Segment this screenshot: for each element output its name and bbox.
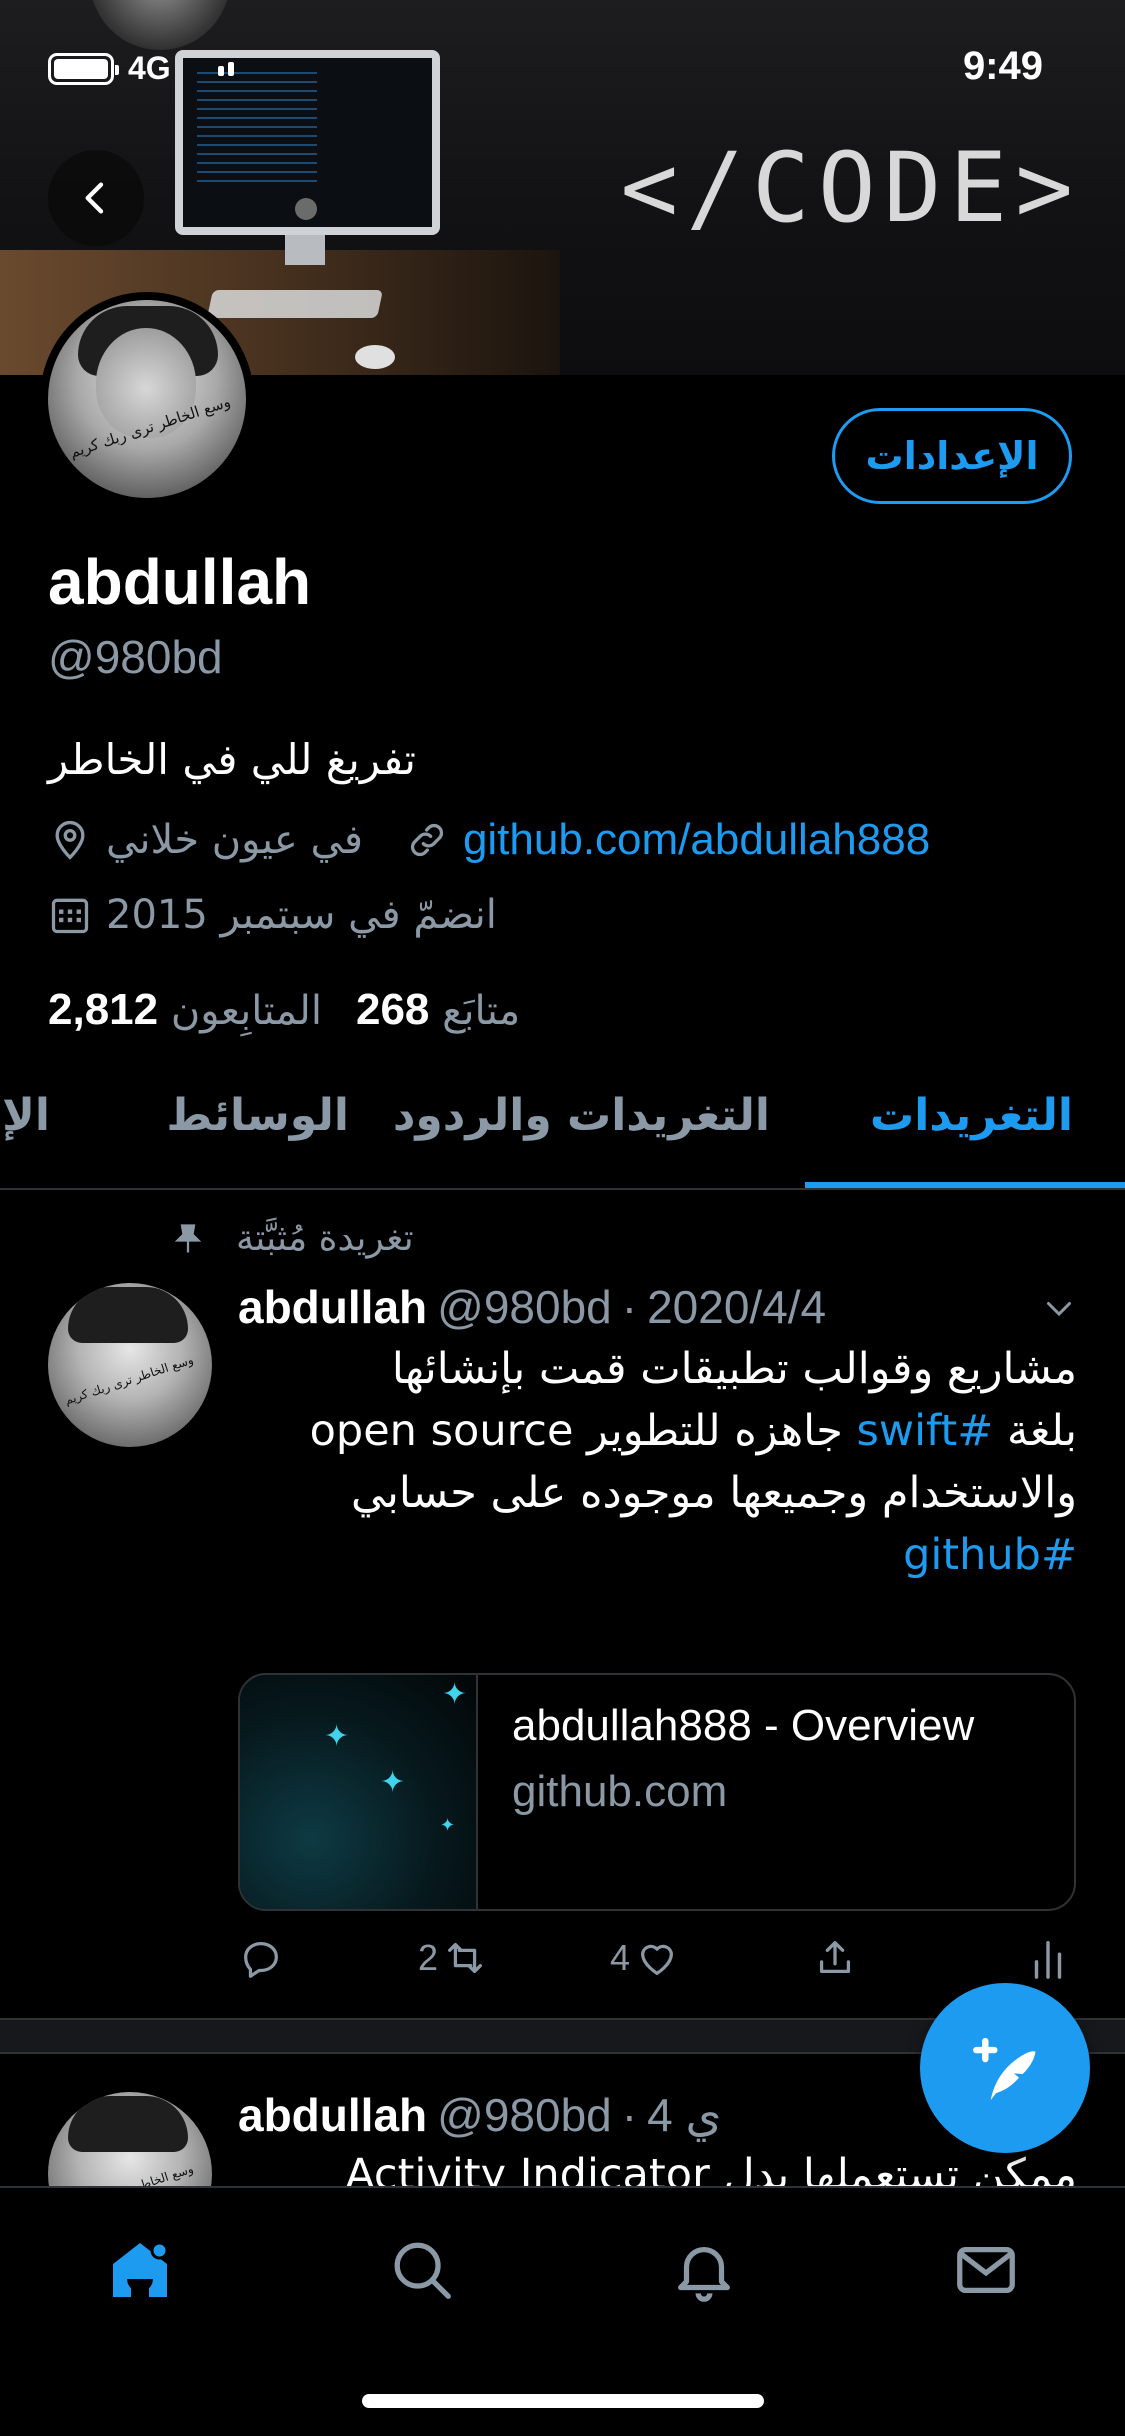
- link-preview-card[interactable]: ✦ ✦ ✦ ✦ abdullah888 - Overview github.co…: [238, 1673, 1076, 1911]
- back-button[interactable]: [48, 150, 144, 246]
- mail-icon: [957, 2246, 1015, 2294]
- followers-stat[interactable]: المتابِعون 2,812: [48, 985, 322, 1035]
- pinned-label: تغريدة مُثبَّتة: [236, 1218, 414, 1259]
- banner-code-text: </CODE>: [620, 132, 1081, 244]
- nav-notifications[interactable]: [664, 2230, 744, 2310]
- tweet-menu-button[interactable]: [1041, 1290, 1077, 1330]
- profile-name: abdullah: [48, 546, 312, 618]
- chevron-down-icon: [1047, 1302, 1071, 1317]
- profile-joined-row: انضمّ في سبتمبر 2015: [48, 892, 497, 938]
- hashtag-github[interactable]: #github: [237, 1524, 1077, 1586]
- like-button[interactable]: 4: [610, 1935, 680, 1981]
- nav-messages[interactable]: [946, 2230, 1026, 2310]
- tweet-text-line: بلغة #swift جاهزه للتطوير open source: [309, 1406, 1077, 1456]
- bell-icon: [678, 2246, 730, 2302]
- butterfly-icon: ✦: [324, 1719, 350, 1754]
- share-button[interactable]: [812, 1935, 858, 1981]
- tweet-actions: 2 4: [238, 1935, 1078, 1995]
- banner-mouse: [355, 345, 395, 369]
- network-type: 4G: [128, 50, 171, 86]
- hashtag-swift[interactable]: #swift: [857, 1406, 994, 1456]
- compose-feather-icon: [973, 2037, 1036, 2101]
- tweet-dot: ·: [621, 2089, 638, 2141]
- home-indicator[interactable]: [362, 2394, 764, 2408]
- calendar-icon: [51, 898, 89, 934]
- following-stat[interactable]: متابَع 268: [356, 985, 520, 1035]
- location-pin-icon: [55, 820, 85, 860]
- profile-location: في عيون خلاني: [106, 817, 363, 863]
- followers-count: 2,812: [48, 985, 159, 1034]
- avatar-caption: وسع الخاطر ترى ربك كريم: [62, 1352, 196, 1408]
- battery-icon: [48, 53, 119, 85]
- nav-search[interactable]: [382, 2230, 462, 2310]
- profile-bio: تفريغ للي في الخاطر: [48, 735, 416, 784]
- nav-home[interactable]: [100, 2230, 180, 2310]
- tab-tweets[interactable]: التغريدات: [870, 1090, 1073, 1141]
- tweet-avatar[interactable]: وسع الخاطر ترى ربك كريم: [48, 1283, 212, 1447]
- heart-icon: [641, 1944, 674, 1975]
- tweet-date: 4 ي: [647, 2089, 722, 2141]
- tweet-header: abdullah @980bd · 4 ي: [238, 2088, 721, 2142]
- tweet-author-name[interactable]: abdullah: [238, 2088, 427, 2142]
- search-icon: [394, 2242, 451, 2299]
- butterfly-icon: ✦: [440, 1815, 456, 1836]
- compose-tweet-button[interactable]: [920, 1983, 1090, 2153]
- reply-icon: [244, 1941, 278, 1978]
- tweet-dot: ·: [621, 1281, 638, 1333]
- like-count: 4: [610, 1937, 631, 1978]
- link-preview-title: abdullah888 - Overview: [512, 1701, 975, 1750]
- profile-avatar[interactable]: وسع الخاطر ترى ربك كريم: [40, 292, 254, 506]
- reply-button[interactable]: [238, 1935, 284, 1981]
- banner-keyboard: [207, 290, 383, 318]
- chevron-left-icon: [85, 182, 104, 214]
- tweet-text-line: والاستخدام وجميعها موجوده على حسابي: [351, 1468, 1077, 1518]
- tweet-header: abdullah @980bd · 2020/4/4: [238, 1280, 826, 1334]
- status-bar: 4G 9:49: [0, 0, 1125, 140]
- retweet-button[interactable]: 2: [418, 1935, 488, 1981]
- following-label: متابَع: [442, 988, 521, 1034]
- profile-joined-date: انضمّ في سبتمبر 2015: [106, 892, 497, 938]
- retweet-count: 2: [418, 1937, 439, 1978]
- tweet-text: مشاريع وقوالب تطبيقات قمت بإنشائها بلغة …: [237, 1338, 1077, 1586]
- link-preview-image: ✦ ✦ ✦ ✦: [240, 1675, 478, 1909]
- settings-button[interactable]: الإعدادات: [832, 408, 1072, 504]
- tab-likes[interactable]: الإ: [2, 1090, 50, 1141]
- profile-meta-row: في عيون خلاني github.com/abdullah888: [48, 815, 930, 865]
- banner-monitor-stand: [285, 235, 325, 265]
- pin-icon: [174, 1223, 202, 1252]
- tweet-date: 2020/4/4: [647, 1281, 827, 1333]
- analytics-button[interactable]: [1028, 1935, 1068, 1981]
- tweet-author-name[interactable]: abdullah: [238, 1280, 427, 1334]
- pinned-indicator: تغريدة مُثبَّتة: [170, 1218, 414, 1259]
- following-count: 268: [355, 985, 430, 1034]
- tab-tweets-replies[interactable]: التغريدات والردود: [393, 1090, 770, 1141]
- link-preview-domain: github.com: [512, 1767, 728, 1816]
- tweet-author-handle: @980bd: [437, 2089, 612, 2141]
- home-icon: [113, 2241, 169, 2297]
- link-icon: [410, 823, 444, 857]
- profile-handle: @980bd: [48, 631, 223, 683]
- butterfly-icon: ✦: [442, 1677, 468, 1712]
- retweet-icon: [448, 1942, 482, 1974]
- tweet-author-handle: @980bd: [437, 1281, 612, 1333]
- apple-logo-icon: [295, 198, 317, 220]
- signal-icon: [218, 62, 234, 76]
- analytics-icon: [1034, 1940, 1062, 1979]
- butterfly-icon: ✦: [380, 1765, 406, 1800]
- tweet-text-line: مشاريع وقوالب تطبيقات قمت بإنشائها: [391, 1344, 1077, 1394]
- active-tab-indicator: [805, 1182, 1125, 1188]
- profile-stats: المتابِعون 2,812 متابَع 268: [48, 985, 520, 1035]
- status-time: 9:49: [962, 44, 1043, 88]
- followers-label: المتابِعون: [170, 988, 322, 1034]
- tab-media[interactable]: الوسائط: [166, 1090, 349, 1141]
- profile-tabs: التغريدات التغريدات والردود الوسائط الإ: [0, 1070, 1125, 1190]
- share-icon: [819, 1941, 851, 1974]
- profile-website-link[interactable]: github.com/abdullah888: [463, 815, 930, 865]
